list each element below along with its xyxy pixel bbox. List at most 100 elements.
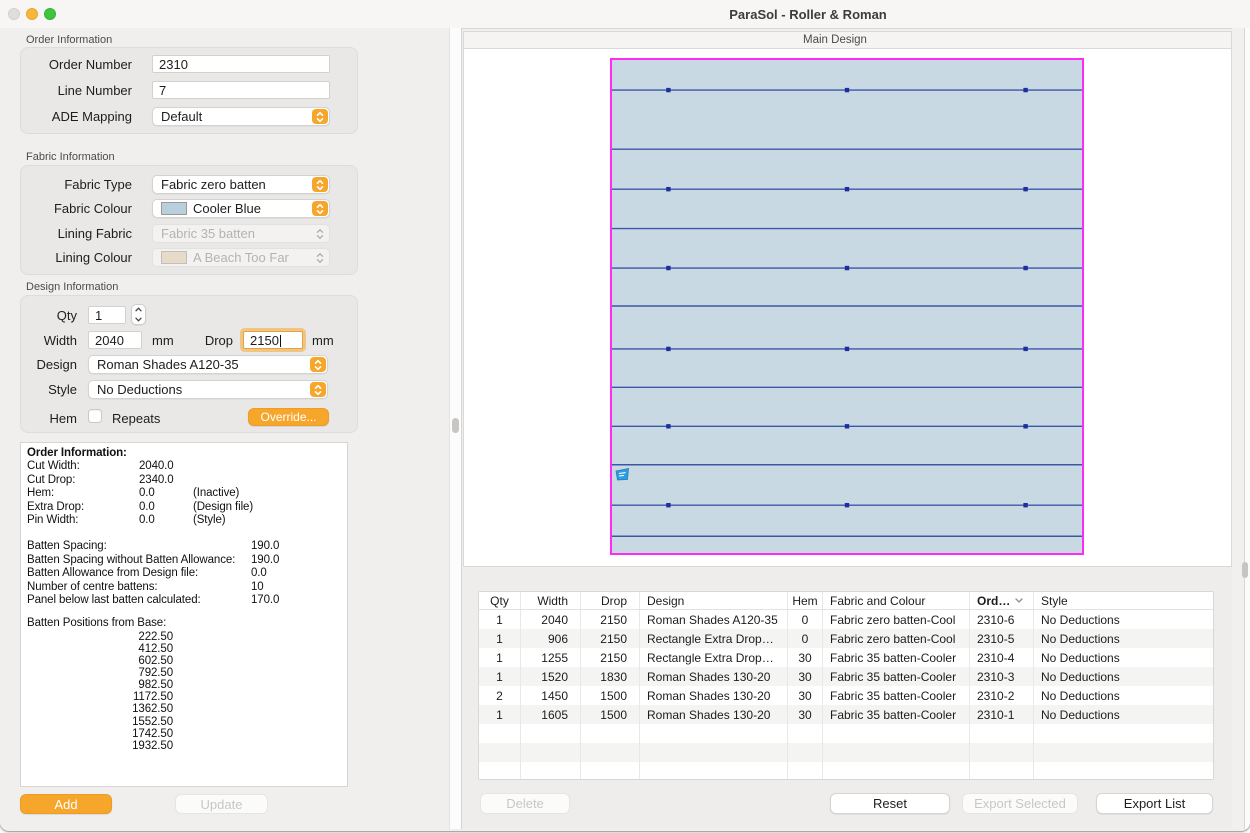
order-output-box[interactable]: Order Information: Cut Width:2040.0 Cut … (20, 442, 348, 787)
cell-drop[interactable]: 1500 (581, 686, 640, 705)
cell-fabric[interactable]: Fabric 35 batten-Cooler (823, 686, 970, 705)
cell-hem[interactable]: 30 (788, 648, 823, 667)
line-number-field[interactable]: 7 (152, 81, 330, 99)
cell-width[interactable]: 1450 (521, 686, 581, 705)
cell-hem[interactable]: 0 (788, 610, 823, 629)
cell-order[interactable]: 2310-2 (970, 686, 1034, 705)
cell-drop[interactable]: 1500 (581, 705, 640, 724)
style-select[interactable]: No Deductions (88, 380, 328, 399)
cell-qty[interactable]: 1 (479, 629, 521, 648)
design-select[interactable]: Roman Shades A120-35 (88, 355, 328, 374)
cell-drop[interactable]: 2150 (581, 629, 640, 648)
cell-width[interactable]: 906 (521, 629, 581, 648)
order-number-field[interactable]: 2310 (152, 55, 330, 73)
cell-design[interactable] (640, 762, 788, 780)
qty-stepper[interactable] (131, 304, 146, 325)
table-row[interactable]: 1 1605 1500 Roman Shades 130-20 30 Fabri… (479, 705, 1213, 724)
cell-drop[interactable] (581, 762, 640, 780)
cell-style[interactable]: No Deductions (1034, 610, 1213, 629)
fabric-type-select[interactable]: Fabric zero batten (152, 175, 330, 194)
table-row[interactable] (479, 762, 1213, 780)
cell-drop[interactable]: 2150 (581, 648, 640, 667)
table-row[interactable]: 1 2040 2150 Roman Shades A120-35 0 Fabri… (479, 610, 1213, 629)
cell-style[interactable] (1034, 762, 1213, 780)
cell-width[interactable] (521, 762, 581, 780)
cell-fabric[interactable]: Fabric zero batten-Cool (823, 629, 970, 648)
table-row[interactable]: 2 1450 1500 Roman Shades 130-20 30 Fabri… (479, 686, 1213, 705)
reset-button[interactable]: Reset (830, 793, 950, 814)
column-header-drop[interactable]: Drop (581, 592, 640, 609)
table-row[interactable]: 1 1255 2150 Rectangle Extra Drop… 30 Fab… (479, 648, 1213, 667)
column-header-width[interactable]: Width (521, 592, 581, 609)
cell-drop[interactable]: 1830 (581, 667, 640, 686)
cell-drop[interactable]: 2150 (581, 610, 640, 629)
cell-hem[interactable] (788, 743, 823, 762)
window-zoom-button[interactable] (44, 8, 56, 20)
window-minimize-button[interactable] (26, 8, 38, 20)
cell-drop[interactable] (581, 724, 640, 743)
export-list-button[interactable]: Export List (1096, 793, 1213, 814)
cell-hem[interactable]: 0 (788, 629, 823, 648)
column-header-qty[interactable]: Qty (479, 592, 521, 609)
cell-fabric[interactable]: Fabric 35 batten-Cooler (823, 648, 970, 667)
cell-design[interactable]: Roman Shades 130-20 (640, 705, 788, 724)
cell-qty[interactable] (479, 724, 521, 743)
table-row[interactable]: 1 906 2150 Rectangle Extra Drop… 0 Fabri… (479, 629, 1213, 648)
table-row[interactable] (479, 724, 1213, 743)
cell-style[interactable]: No Deductions (1034, 686, 1213, 705)
cell-qty[interactable]: 1 (479, 610, 521, 629)
cell-order[interactable] (970, 743, 1034, 762)
cell-fabric[interactable] (823, 743, 970, 762)
cell-qty[interactable] (479, 762, 521, 780)
table-row[interactable]: 1 1520 1830 Roman Shades 130-20 30 Fabri… (479, 667, 1213, 686)
cell-fabric[interactable]: Fabric 35 batten-Cooler (823, 667, 970, 686)
cell-hem[interactable]: 30 (788, 667, 823, 686)
cell-design[interactable]: Rectangle Extra Drop… (640, 629, 788, 648)
column-header-design[interactable]: Design (640, 592, 788, 609)
left-scrollbar-thumb[interactable] (452, 418, 459, 433)
cell-style[interactable]: No Deductions (1034, 629, 1213, 648)
cell-fabric[interactable] (823, 724, 970, 743)
cell-order[interactable]: 2310-3 (970, 667, 1034, 686)
cell-width[interactable] (521, 743, 581, 762)
cell-hem[interactable]: 30 (788, 705, 823, 724)
ade-mapping-select[interactable]: Default (152, 107, 330, 126)
cell-width[interactable]: 1520 (521, 667, 581, 686)
cell-design[interactable] (640, 724, 788, 743)
cell-style[interactable]: No Deductions (1034, 705, 1213, 724)
cell-qty[interactable] (479, 743, 521, 762)
add-button[interactable]: Add (20, 794, 112, 814)
cell-order[interactable] (970, 724, 1034, 743)
cell-order[interactable]: 2310-6 (970, 610, 1034, 629)
column-header-style[interactable]: Style (1034, 592, 1213, 609)
cell-design[interactable]: Roman Shades 130-20 (640, 686, 788, 705)
column-header-order[interactable]: Ord… (970, 592, 1034, 609)
cell-fabric[interactable] (823, 762, 970, 780)
cell-order[interactable] (970, 762, 1034, 780)
cell-design[interactable]: Roman Shades 130-20 (640, 667, 788, 686)
cell-fabric[interactable]: Fabric zero batten-Cool (823, 610, 970, 629)
cell-qty[interactable]: 2 (479, 686, 521, 705)
cell-width[interactable] (521, 724, 581, 743)
cell-qty[interactable]: 1 (479, 648, 521, 667)
cell-style[interactable]: No Deductions (1034, 648, 1213, 667)
column-header-hem[interactable]: Hem (788, 592, 823, 609)
right-scrollbar-thumb[interactable] (1242, 562, 1248, 578)
cell-width[interactable]: 1605 (521, 705, 581, 724)
table-row[interactable] (479, 743, 1213, 762)
cell-qty[interactable]: 1 (479, 667, 521, 686)
cell-order[interactable]: 2310-4 (970, 648, 1034, 667)
cell-width[interactable]: 2040 (521, 610, 581, 629)
shade-drawing[interactable] (610, 58, 1084, 555)
hem-checkbox[interactable] (88, 409, 102, 423)
cell-design[interactable]: Roman Shades A120-35 (640, 610, 788, 629)
drop-field[interactable]: 2150 (243, 331, 303, 349)
cell-hem[interactable]: 30 (788, 686, 823, 705)
cell-style[interactable] (1034, 743, 1213, 762)
cell-qty[interactable]: 1 (479, 705, 521, 724)
qty-field[interactable]: 1 (88, 306, 126, 324)
cell-hem[interactable] (788, 762, 823, 780)
note-marker-icon[interactable] (615, 468, 630, 481)
cell-order[interactable]: 2310-5 (970, 629, 1034, 648)
fabric-colour-select[interactable]: Cooler Blue (152, 199, 330, 218)
